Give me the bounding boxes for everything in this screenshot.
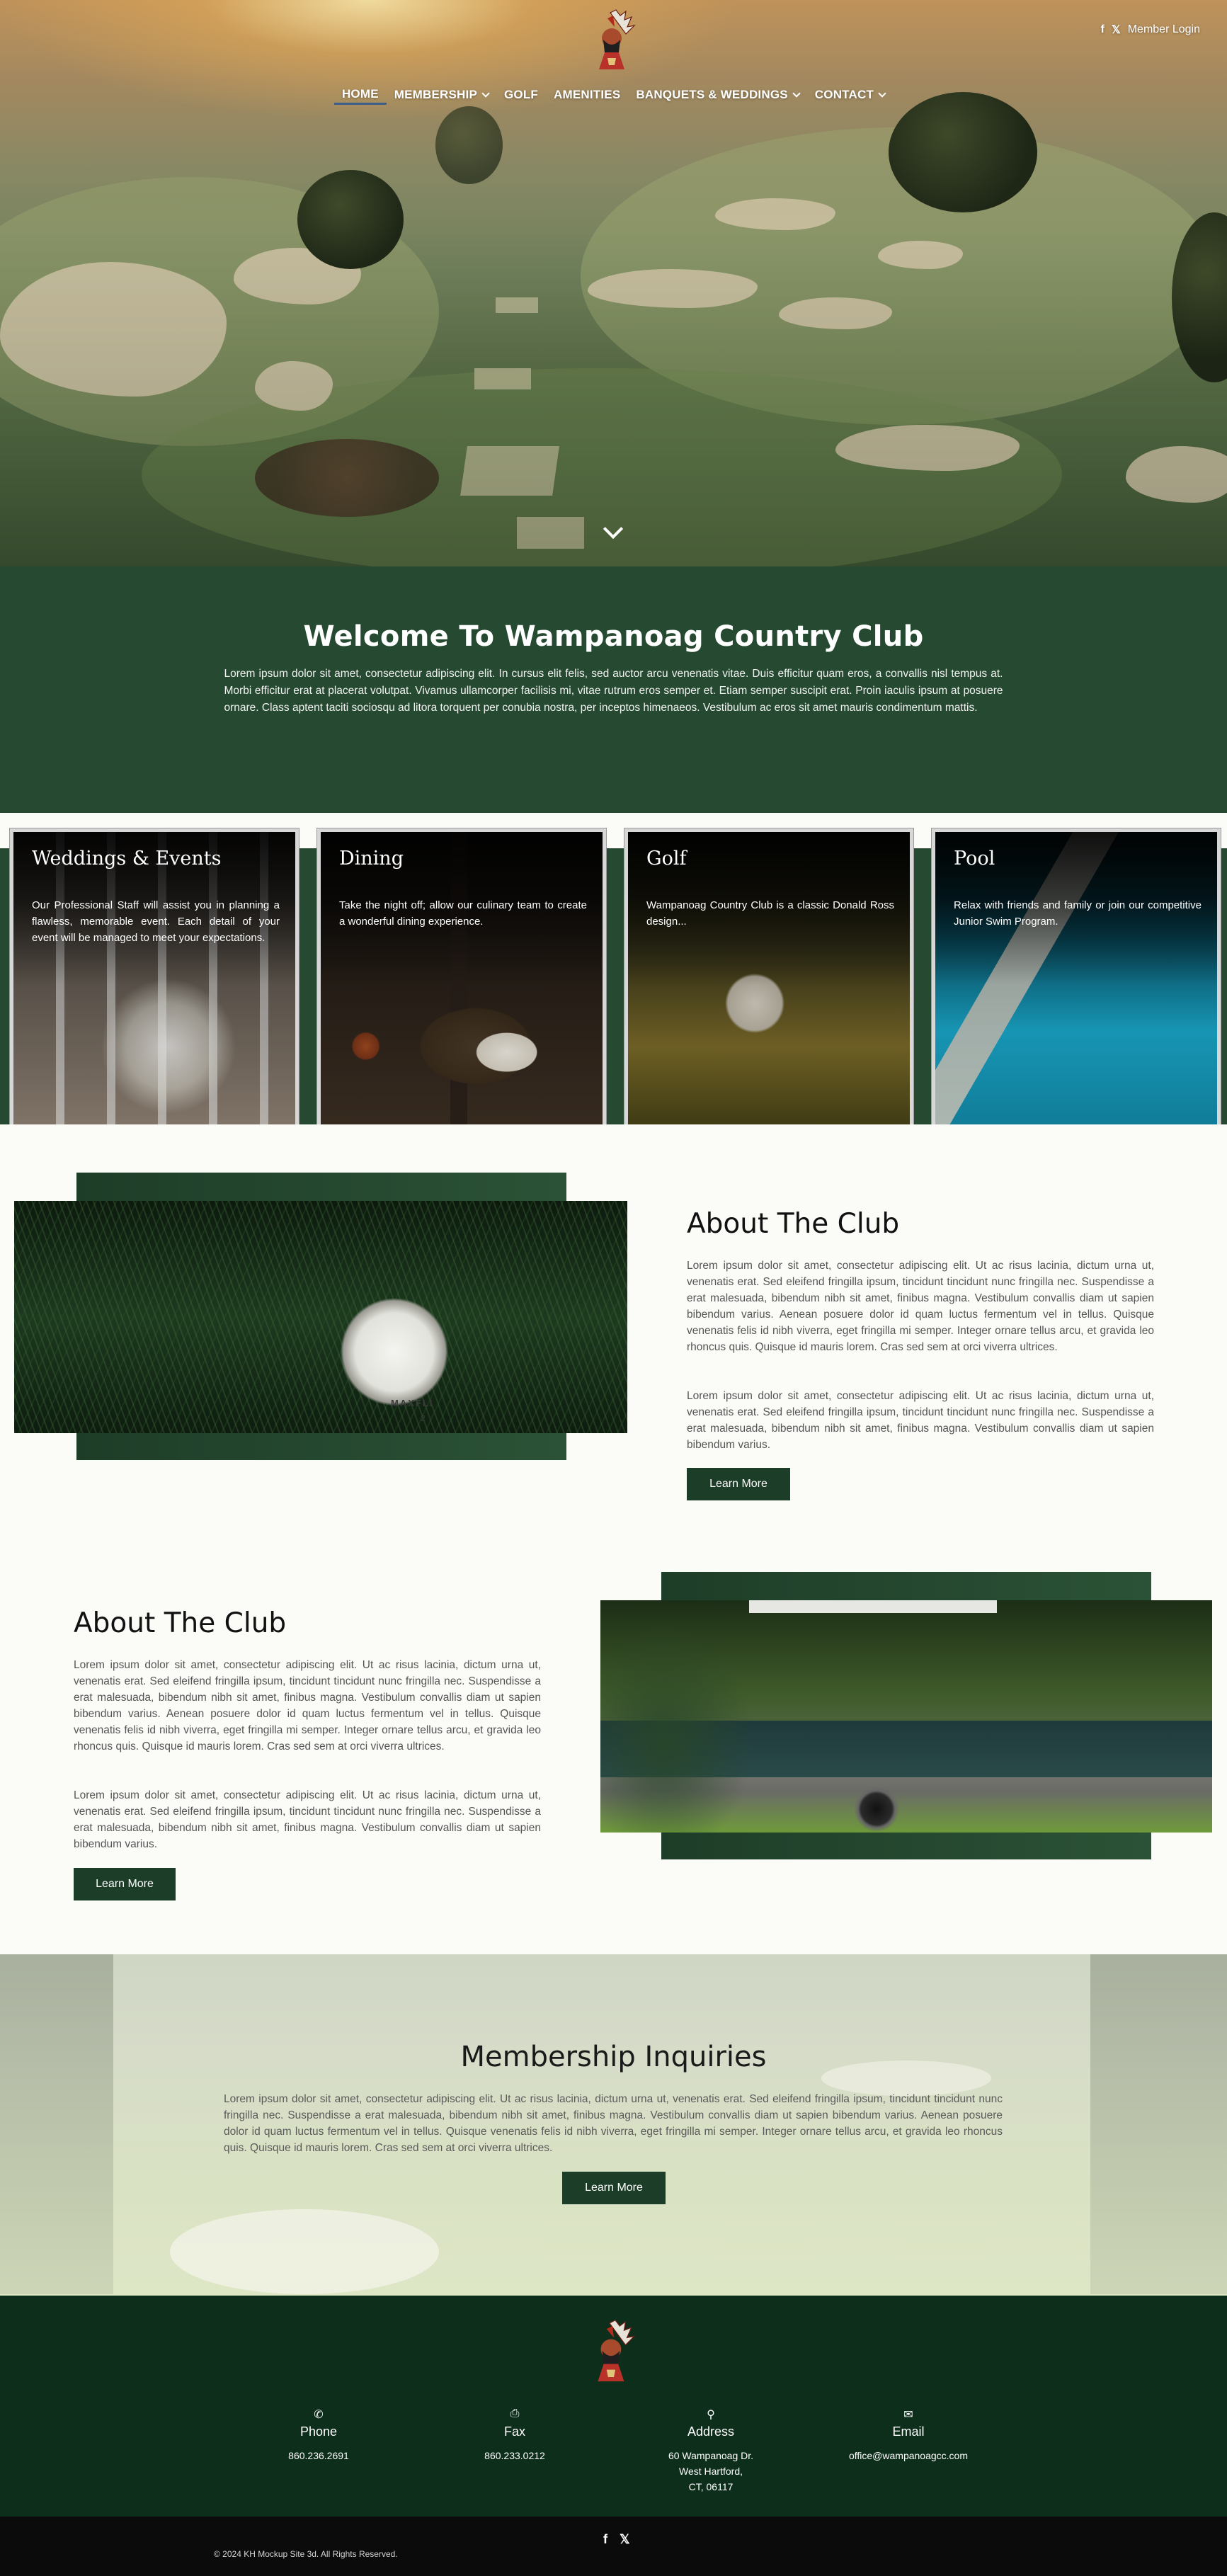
club-logo[interactable] [589,8,639,74]
welcome-title: Welcome To Wampanoag Country Club [303,620,924,653]
learn-more-button[interactable]: Learn More [562,2172,666,2204]
footer-email: ✉ Email office@wampanoagcc.com [831,2407,986,2463]
member-login-link[interactable]: Member Login [1128,23,1200,36]
footer-fax: ⎙ Fax 860.233.0212 [437,2407,593,2463]
amenity-cards: Weddings & Events Our Professional Staff… [0,813,1227,1141]
nav-banquets-weddings[interactable]: BANQUETS & WEDDINGS [628,85,806,105]
copyright-text: © 2024 KH Mockup Site 3d. All Rights Res… [214,2549,398,2559]
card-title: Weddings & Events [32,848,222,870]
card-pool[interactable]: Pool Relax with friends and family or jo… [932,828,1221,1141]
card-text: Wampanoag Country Club is a classic Dona… [646,899,894,928]
nav-membership[interactable]: MEMBERSHIP [387,85,496,105]
contact-label: Address [687,2424,735,2439]
about-section-2: About The Club Lorem ipsum dolor sit ame… [0,1556,1227,1954]
contact-label: Phone [299,2424,338,2439]
club-logo[interactable] [588,2318,639,2386]
ball-number: 2 [421,1413,426,1423]
fax-value: 860.233.0212 [484,2450,545,2461]
contact-label: Fax [503,2424,525,2439]
about-title: About The Club [74,1607,287,1639]
card-title: Dining [339,848,404,870]
card-golf[interactable]: Golf Wampanoag Country Club is a classic… [624,828,913,1141]
welcome-section: Welcome To Wampanoag Country Club Lorem … [0,566,1227,813]
phone-value[interactable]: 860.236.2691 [241,2448,396,2463]
ball-brand: MAXFLI [391,1398,434,1408]
card-text: Take the night off; allow our culinary t… [339,899,587,928]
contact-label: Email [892,2424,925,2439]
fax-icon: ⎙ [510,2407,520,2420]
golf-ball-photo: MAXFLI 2 [14,1201,627,1433]
card-text: Relax with friends and family or join ou… [954,899,1202,928]
card-weddings-events[interactable]: Weddings & Events Our Professional Staff… [10,828,299,1141]
chevron-down-icon [792,89,801,98]
about-paragraph-2: Lorem ipsum dolor sit amet, consectetur … [687,1390,1154,1451]
address-value: 60 Wampanoag Dr. West Hartford, CT, 0611… [668,2450,754,2492]
about-paragraph-1: Lorem ipsum dolor sit amet, consectetur … [687,1260,1154,1353]
welcome-body: Lorem ipsum dolor sit amet, consectetur … [224,668,1003,714]
footer-social-icons[interactable]: f 𝕏 [603,2532,634,2547]
main-nav: HOME MEMBERSHIP GOLF AMENITIES BANQUETS … [0,85,1227,105]
about-paragraph-2: Lorem ipsum dolor sit amet, consectetur … [74,1789,541,1850]
learn-more-button[interactable]: Learn More [74,1868,176,1900]
chevron-down-icon [481,89,490,98]
envelope-icon: ✉ [903,2409,913,2421]
phone-icon: ✆ [314,2409,324,2421]
about-paragraph-1: Lorem ipsum dolor sit amet, consectetur … [74,1659,541,1753]
nav-home[interactable]: HOME [333,85,387,105]
card-title: Pool [954,848,995,870]
header-utility: f 𝕏 Member Login [1101,23,1201,37]
site-footer: ✆ Phone 860.236.2691 ⎙ Fax 860.233.0212 … [0,2296,1227,2517]
footer-address: ⚲ Address 60 Wampanoag Dr. West Hartford… [633,2407,789,2495]
card-dining[interactable]: Dining Take the night off; allow our cul… [317,828,606,1141]
nav-amenities[interactable]: AMENITIES [546,85,628,105]
nav-contact[interactable]: CONTACT [807,85,893,105]
footer-phone: ✆ Phone 860.236.2691 [241,2407,396,2463]
map-pin-icon: ⚲ [707,2409,715,2421]
learn-more-button[interactable]: Learn More [687,1468,790,1500]
facebook-icon[interactable]: f [1101,23,1105,36]
about-title: About The Club [687,1208,900,1240]
nav-golf[interactable]: GOLF [496,85,546,105]
about-section-1: MAXFLI 2 About The Club Lorem ipsum dolo… [0,1124,1227,1556]
card-text: Our Professional Staff will assist you i… [32,899,280,944]
x-icon[interactable]: 𝕏 [1112,23,1121,37]
membership-title: Membership Inquiries [460,2041,767,2073]
membership-inquiries-section: Membership Inquiries Lorem ipsum dolor s… [0,1954,1227,2296]
card-title: Golf [646,848,687,870]
email-value[interactable]: office@wampanoagcc.com [831,2448,986,2463]
hero-banner: f 𝕏 Member Login HOME MEMBERSHIP GOLF AM… [0,0,1227,566]
chevron-down-icon [878,89,886,98]
golf-carts-photo [600,1600,1212,1833]
copyright-bar: f 𝕏 © 2024 KH Mockup Site 3d. All Rights… [0,2517,1227,2576]
membership-body: Lorem ipsum dolor sit amet, consectetur … [224,2093,1003,2154]
